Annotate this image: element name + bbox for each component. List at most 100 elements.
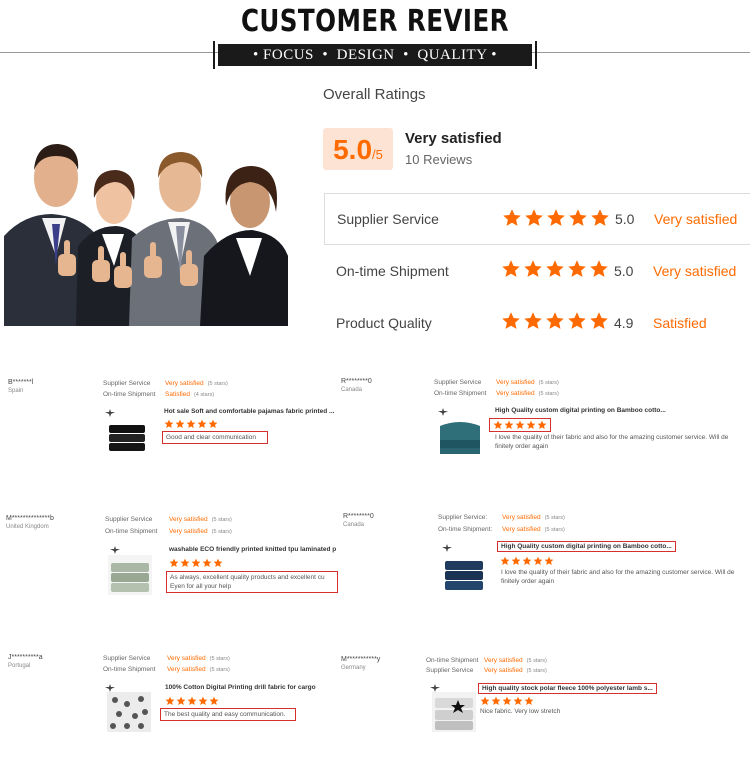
star-icon [197, 419, 207, 429]
product-title-link[interactable]: washable ECO friendly printed knitted tp… [169, 546, 336, 553]
review-rating-label: On-time Shipment [103, 391, 156, 398]
review-rating-line: Supplier Service Very satisfied (5 stars) [103, 655, 230, 662]
star-icon [208, 419, 218, 429]
star-icon [590, 208, 610, 228]
star-icon [165, 696, 175, 706]
star-icon [186, 419, 196, 429]
review-rating-label: On-time Shipment [434, 390, 487, 397]
review-stars [165, 696, 219, 706]
overall-ratings-title: Overall Ratings [323, 86, 426, 103]
review-rating-line: On-time Shipment Very satisfied (5 stars) [103, 666, 230, 673]
reviewer-name: B*******l [8, 379, 34, 386]
review-rating-stars-text: (5 stars) [526, 668, 547, 674]
star-icon [491, 696, 501, 706]
product-thumbnail[interactable] [108, 555, 152, 595]
brand-logo-icon [438, 408, 448, 416]
reviewer-name: R********0 [343, 513, 374, 520]
star-icon [545, 311, 565, 331]
star-icon [589, 311, 609, 331]
star-icon [515, 420, 525, 430]
rating-row-on-time-shipment: On-time Shipment 5.0 Very satisfied [324, 245, 750, 297]
reviewer-name: M**************b [6, 515, 54, 522]
product-title-link[interactable]: Hot sale Soft and comfortable pajamas fa… [164, 408, 334, 415]
star-icon [567, 259, 587, 279]
page-title: CUSTOMER REVIER [240, 4, 510, 39]
rating-value: 5.0 [614, 263, 634, 279]
product-thumbnail[interactable] [442, 553, 486, 593]
review-card: R********0 Canada Supplier Service: Very … [343, 513, 734, 608]
rating-value: 5.0 [615, 211, 635, 227]
rating-value: 4.9 [614, 315, 634, 331]
rating-row-supplier-service: Supplier Service 5.0 Very satisfied [324, 193, 750, 245]
review-rating-line: On-time Shipment Very satisfied (5 stars) [105, 528, 232, 535]
star-icon [213, 558, 223, 568]
review-card: M***********y Germany On-time Shipment Ve… [341, 656, 711, 751]
header-tagline: • FOCUS • DESIGN • QUALITY • [213, 41, 537, 69]
product-thumbnail[interactable] [432, 692, 476, 732]
review-rating-label: On-time Shipment [105, 528, 158, 535]
review-count-link[interactable]: 10 Reviews [405, 152, 472, 167]
review-stars [164, 419, 218, 429]
review-rating-stars-text: (5 stars) [538, 380, 559, 386]
review-rating-value: Very satisfied [165, 380, 204, 387]
reviewer-country: Canada [343, 522, 365, 528]
star-icon [164, 419, 174, 429]
product-thumbnail[interactable] [105, 419, 149, 459]
review-stars [489, 418, 551, 432]
review-card: B*******l Spain Supplier Service Very sat… [8, 379, 378, 474]
review-comment: Nice fabric. Very low stretch [480, 708, 561, 715]
review-comment: I love the quality of their fabric and a… [495, 434, 729, 450]
star-icon [526, 420, 536, 430]
review-rating-value: Very satisfied [169, 528, 208, 535]
star-icon [504, 420, 514, 430]
review-rating-stars-text: (5 stars) [209, 667, 230, 673]
review-rating-line: On-time Shipment Very satisfied (5 stars) [434, 390, 559, 397]
rating-stars [502, 208, 610, 228]
star-icon [523, 259, 543, 279]
review-rating-line: Supplier Service Very satisfied (5 stars) [105, 516, 232, 523]
product-thumbnail[interactable] [438, 416, 482, 456]
review-rating-stars-text: (5 stars) [211, 517, 232, 523]
star-icon [202, 558, 212, 568]
brand-logo-icon [105, 684, 115, 692]
product-title-link[interactable]: 100% Cotton Digital Printing drill fabri… [165, 684, 316, 691]
review-rating-label: Supplier Service: [438, 514, 488, 521]
review-rating-label: Supplier Service [103, 655, 151, 662]
review-comment: As always, excellent quality products an… [166, 571, 338, 593]
review-rating-stars-text: (5 stars) [544, 527, 565, 533]
star-icon [567, 311, 587, 331]
star-icon [187, 696, 197, 706]
review-rating-value: Very satisfied [484, 657, 523, 664]
product-title-link[interactable]: High Quality custom digital printing on … [495, 407, 666, 414]
rating-row-product-quality: Product Quality 4.9 Satisfied [324, 297, 750, 349]
review-rating-label: On-time Shipment [426, 657, 479, 664]
star-icon [522, 556, 532, 566]
reviewer-country: Portugal [8, 663, 31, 669]
review-rating-label: Supplier Service [103, 380, 151, 387]
review-rating-line: Supplier Service: Very satisfied (5 stars) [438, 514, 565, 521]
star-icon [480, 696, 490, 706]
reviewer-name: R********0 [341, 378, 372, 385]
reviewer-country: Canada [341, 387, 363, 393]
star-icon [501, 311, 521, 331]
star-icon [537, 420, 547, 430]
team-thumbs-up-photo [4, 126, 288, 326]
product-title-link[interactable]: High quality stock polar fleece 100% pol… [478, 683, 657, 694]
star-icon [533, 556, 543, 566]
overall-satisfaction-label: Very satisfied [405, 130, 502, 147]
review-rating-value: Very satisfied [502, 514, 541, 521]
product-title-link[interactable]: High Quality custom digital printing on … [497, 541, 676, 552]
star-icon [523, 311, 543, 331]
review-stars [169, 558, 223, 568]
star-icon [209, 696, 219, 706]
review-rating-value: Satisfied [165, 391, 190, 398]
rating-stars [501, 259, 609, 279]
review-rating-value: Very satisfied [484, 667, 523, 674]
reviewer-country: United Kingdom [6, 524, 49, 530]
review-rating-value: Very satisfied [496, 379, 535, 386]
review-rating-stars-text: (5 stars) [544, 515, 565, 521]
reviewer-country: Spain [8, 388, 24, 394]
star-icon [180, 558, 190, 568]
review-rating-line: Supplier Service Very satisfied (5 stars) [103, 380, 228, 387]
product-thumbnail[interactable] [107, 692, 151, 732]
